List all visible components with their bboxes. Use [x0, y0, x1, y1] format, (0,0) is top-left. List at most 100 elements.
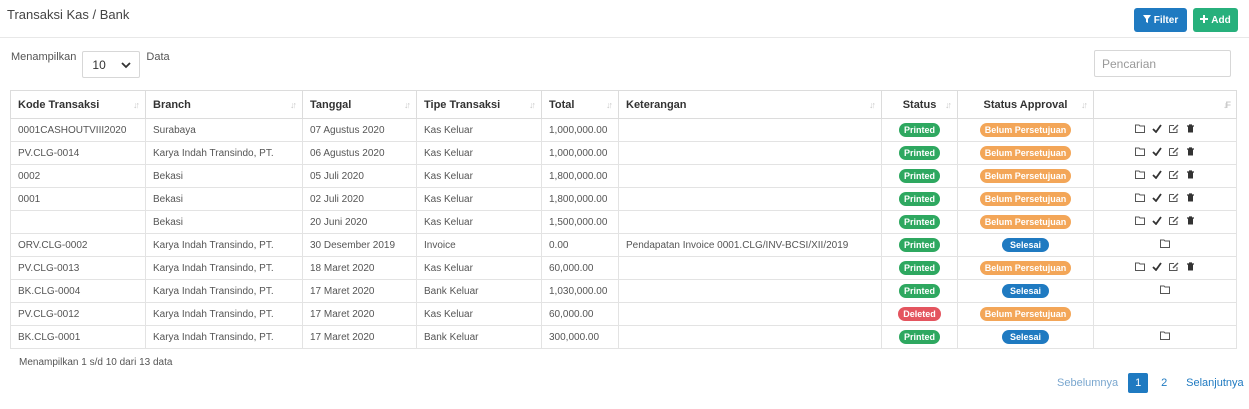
status-badge: Printed: [898, 123, 940, 137]
status-badge: Deleted: [898, 307, 941, 321]
column-header-approval[interactable]: Status Approval ↓↑: [957, 90, 1094, 119]
column-header-actions[interactable]: ↓F: [1093, 90, 1237, 119]
row-actions: [1134, 216, 1196, 226]
cell-keterangan: [618, 302, 882, 326]
edit-icon[interactable]: [1168, 170, 1179, 180]
cell-approval: Selesai: [957, 233, 1094, 257]
trash-icon[interactable]: [1186, 170, 1196, 180]
cell-tanggal: 30 Desember 2019: [302, 233, 417, 257]
cell-status: Printed: [881, 279, 958, 303]
cell-tanggal: 20 Juni 2020: [302, 210, 417, 234]
cell-tipe: Kas Keluar: [416, 187, 542, 211]
cell-total: 60,000.00: [541, 256, 619, 280]
cell-tipe: Kas Keluar: [416, 256, 542, 280]
table-header-row: Kode Transaksi ↓↑ Branch ↓↑ Tanggal ↓↑ Tipe…: [10, 90, 1237, 119]
table-row: PV.CLG-0014 Karya Indah Transindo, PT. 06 …: [10, 141, 1237, 165]
status-badge: Printed: [898, 238, 940, 252]
add-button[interactable]: Add: [1193, 8, 1238, 32]
status-badge: Printed: [898, 192, 940, 206]
sort-icon: ↓↑: [945, 100, 952, 110]
cell-actions: [1093, 118, 1237, 142]
table-info: Menampilkan 1 s/d 10 dari 13 data: [19, 357, 173, 368]
edit-icon[interactable]: [1168, 193, 1179, 203]
approval-badge: Belum Persetujuan: [979, 192, 1072, 206]
check-icon[interactable]: [1151, 170, 1162, 180]
folder-icon[interactable]: [1134, 262, 1145, 272]
column-header-status[interactable]: Status ↓↑: [881, 90, 958, 119]
trash-icon[interactable]: [1186, 262, 1196, 272]
table-row: PV.CLG-0013 Karya Indah Transindo, PT. 18 …: [10, 256, 1237, 280]
check-icon[interactable]: [1151, 193, 1162, 203]
column-header-kode[interactable]: Kode Transaksi ↓↑: [10, 90, 146, 119]
folder-icon[interactable]: [1160, 239, 1170, 249]
page-header: Transaksi Kas / Bank Filter Add: [0, 0, 1249, 38]
edit-icon[interactable]: [1168, 216, 1179, 226]
folder-icon[interactable]: [1160, 285, 1170, 295]
cell-tanggal: 17 Maret 2020: [302, 302, 417, 326]
pagination-page-1[interactable]: 1: [1128, 373, 1149, 393]
folder-icon[interactable]: [1134, 193, 1145, 203]
cell-approval: Belum Persetujuan: [957, 118, 1094, 142]
pagination-prev[interactable]: Sebelumnya: [1057, 377, 1118, 389]
column-header-tipe[interactable]: Tipe Transaksi ↓↑: [416, 90, 542, 119]
cell-status: Printed: [881, 164, 958, 188]
trash-icon[interactable]: [1186, 193, 1196, 203]
cell-tipe: Kas Keluar: [416, 210, 542, 234]
check-icon[interactable]: [1151, 147, 1162, 157]
length-control: Menampilkan 10 Data: [11, 51, 170, 78]
edit-icon[interactable]: [1168, 147, 1179, 157]
edit-icon[interactable]: [1168, 262, 1179, 272]
folder-icon[interactable]: [1134, 170, 1145, 180]
cell-approval: Belum Persetujuan: [957, 210, 1094, 234]
cell-tanggal: 18 Maret 2020: [302, 256, 417, 280]
column-header-keterangan[interactable]: Keterangan ↓↑: [618, 90, 882, 119]
cell-keterangan: [618, 325, 882, 349]
page-length-value: 10: [92, 57, 106, 72]
check-icon[interactable]: [1151, 124, 1162, 134]
plus-icon: [1200, 14, 1209, 26]
page-length-select[interactable]: 10: [82, 51, 141, 78]
cell-status: Printed: [881, 233, 958, 257]
search-input[interactable]: Pencarian: [1094, 50, 1231, 77]
cell-branch: Karya Indah Transindo, PT.: [145, 233, 303, 257]
trash-icon[interactable]: [1186, 216, 1196, 226]
pagination-page-2[interactable]: 2: [1154, 373, 1174, 393]
check-icon[interactable]: [1151, 216, 1162, 226]
folder-icon[interactable]: [1134, 124, 1145, 134]
column-header-total[interactable]: Total ↓↑: [541, 90, 619, 119]
row-actions: [1134, 170, 1196, 180]
cell-kode: PV.CLG-0013: [10, 256, 146, 280]
cell-status: Printed: [881, 118, 958, 142]
cell-total: 1,030,000.00: [541, 279, 619, 303]
sort-icon: ↓↑: [869, 100, 876, 110]
cell-branch: Karya Indah Transindo, PT.: [145, 302, 303, 326]
status-badge: Printed: [898, 169, 940, 183]
column-header-branch[interactable]: Branch ↓↑: [145, 90, 303, 119]
trash-icon[interactable]: [1186, 147, 1196, 157]
search-placeholder: Pencarian: [1102, 56, 1157, 71]
filter-button[interactable]: Filter: [1134, 8, 1187, 32]
sort-icon: ↓↑: [133, 100, 140, 110]
cell-kode: BK.CLG-0004: [10, 279, 146, 303]
pagination-next[interactable]: Selanjutnya: [1186, 377, 1244, 389]
edit-icon[interactable]: [1168, 124, 1179, 134]
cell-branch: Bekasi: [145, 164, 303, 188]
folder-icon[interactable]: [1134, 216, 1145, 226]
table-row: BK.CLG-0001 Karya Indah Transindo, PT. 17 …: [10, 325, 1237, 349]
row-actions: [1160, 239, 1170, 249]
chevron-down-icon: [121, 58, 132, 72]
cell-total: 1,800,000.00: [541, 164, 619, 188]
folder-icon[interactable]: [1160, 331, 1170, 341]
cell-tipe: Kas Keluar: [416, 302, 542, 326]
cell-kode: 0002: [10, 164, 146, 188]
sort-desc-icon: ↓F: [1223, 100, 1231, 110]
trash-icon[interactable]: [1186, 124, 1196, 134]
sort-icon: ↓↑: [404, 100, 411, 110]
sort-icon: ↓↑: [606, 100, 613, 110]
column-header-tanggal[interactable]: Tanggal ↓↑: [302, 90, 417, 119]
cell-actions: [1093, 279, 1237, 303]
folder-icon[interactable]: [1134, 147, 1145, 157]
cell-keterangan: [618, 256, 882, 280]
cell-keterangan: [618, 210, 882, 234]
check-icon[interactable]: [1151, 262, 1162, 272]
